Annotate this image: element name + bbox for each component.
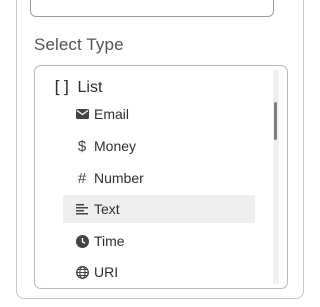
clock-icon [75, 234, 89, 248]
type-listbox[interactable]: [] List Email $ Money # Number Text Time… [34, 65, 288, 289]
hash-icon: # [77, 169, 87, 187]
option-label: Time [94, 233, 125, 249]
select-type-label: Select Type [34, 35, 124, 54]
option-label: Money [94, 138, 137, 154]
type-option-text[interactable]: Text [63, 195, 255, 223]
type-option-email[interactable]: Email [63, 100, 255, 128]
scrollbar-thumb[interactable] [274, 102, 277, 140]
globe-icon [75, 265, 89, 279]
brackets-icon: [] [52, 78, 72, 98]
type-option-money[interactable]: $ Money [63, 132, 255, 160]
previous-field[interactable] [30, 0, 274, 17]
envelope-icon [75, 109, 89, 119]
listbox-scrollbar[interactable] [273, 70, 279, 284]
type-option-uri[interactable]: URI [63, 258, 255, 286]
option-label: URI [94, 264, 119, 280]
list-group-label: List [77, 79, 103, 96]
dollar-icon: $ [77, 137, 87, 155]
type-option-time[interactable]: Time [63, 227, 255, 255]
list-group-header: [] List [52, 78, 102, 98]
type-option-number[interactable]: # Number [63, 164, 255, 192]
text-lines-icon [75, 203, 89, 215]
option-label: Number [94, 170, 144, 186]
option-label: Email [94, 106, 130, 122]
option-label: Text [94, 201, 120, 217]
